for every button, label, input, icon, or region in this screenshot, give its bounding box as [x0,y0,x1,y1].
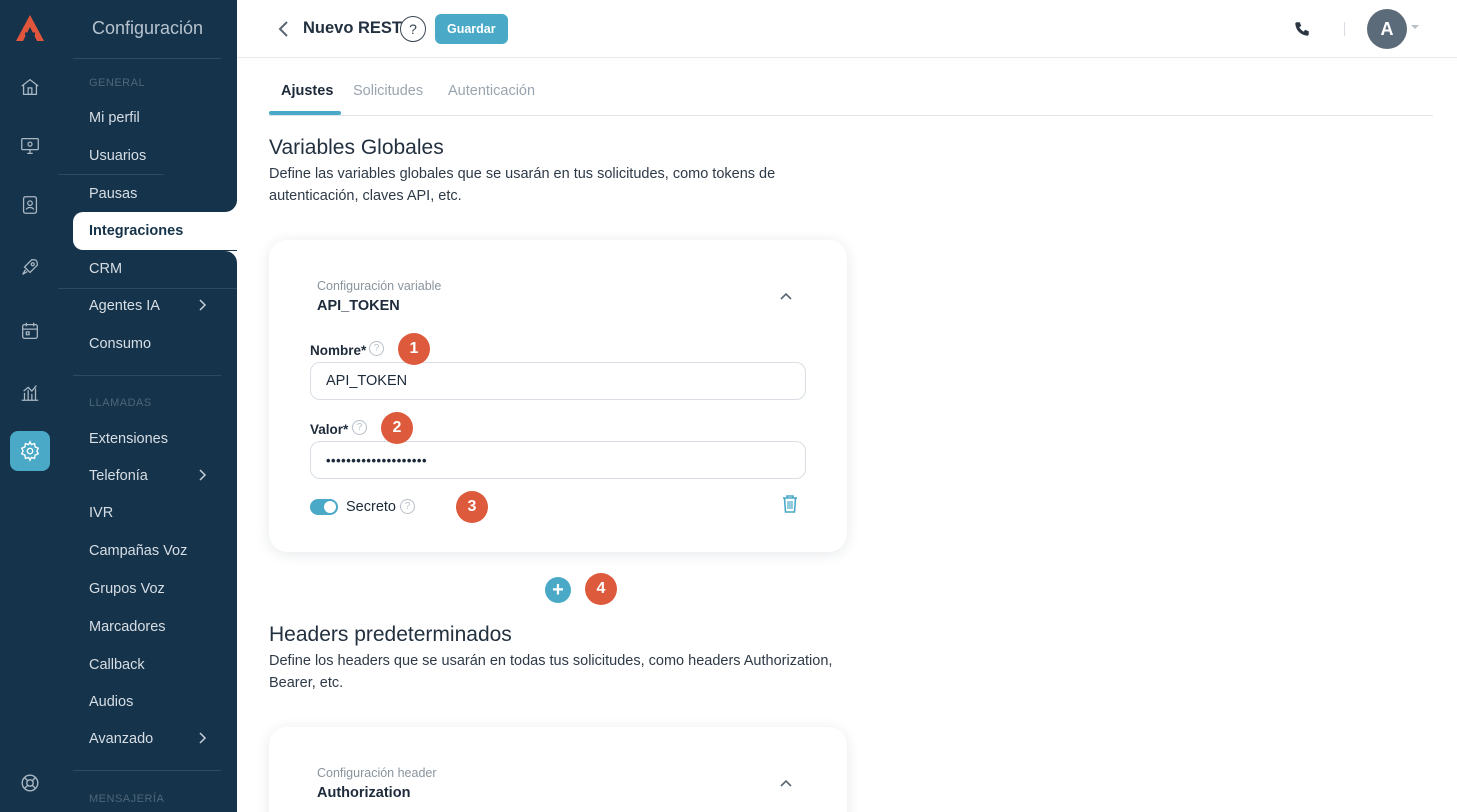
sidebar-item-mi-perfil[interactable]: Mi perfil [73,99,237,137]
card-name: API_TOKEN [317,298,400,314]
section-description-headers: Define los headers que se usarán en toda… [269,653,833,691]
sidebar-item-agentes-ia[interactable]: Agentes IA [73,287,237,325]
sidebar-item-label: Callback [89,657,145,673]
home-icon[interactable] [10,67,50,107]
active-notch-top [164,174,237,212]
sidebar-item-label: Avanzado [89,731,154,747]
divider [1344,22,1345,36]
rocket-icon[interactable] [10,247,50,287]
sidebar-item-label: Telefonía [89,468,148,484]
top-header: Nuevo REST ? Guardar A [237,0,1457,58]
sidebar-item-campanas-voz[interactable]: Campañas Voz [73,532,237,570]
icon-rail [0,0,60,812]
tab-ajustes[interactable]: Ajustes [281,83,333,99]
step-badge-3: 3 [456,491,488,523]
phone-icon[interactable] [1293,20,1311,38]
step-badge-2: 2 [381,412,413,444]
chevron-right-icon [199,299,207,311]
monitor-icon[interactable] [10,126,50,166]
page-title: Nuevo REST [303,19,403,37]
sidebar-item-callback[interactable]: Callback [73,646,237,684]
help-icon[interactable]: ? [400,499,415,514]
sidebar-item-label: Consumo [89,336,152,352]
value-field-label: Valor* [310,422,349,437]
name-field[interactable]: API_TOKEN [310,362,806,400]
section-general: GENERAL [89,77,146,89]
chevron-up-icon[interactable] [779,291,793,301]
divider [73,58,221,59]
help-lifebuoy-icon[interactable] [10,763,50,803]
sidebar-item-label: Extensiones [89,431,168,447]
tab-autenticacion[interactable]: Autenticación [448,83,535,99]
chevron-up-icon[interactable] [779,778,793,788]
section-description-variables: Define las variables globales que se usa… [269,166,776,204]
sidebar-item-usuarios[interactable]: Usuarios [73,137,237,175]
app-logo-icon[interactable] [14,12,46,44]
chevron-right-icon [199,469,207,481]
secret-toggle[interactable] [310,499,338,515]
name-field-label: Nombre* [310,343,367,358]
calendar-icon[interactable] [10,311,50,351]
sidebar-item-label: CRM [89,261,123,277]
contacts-icon[interactable] [10,185,50,225]
sidebar-item-label: Marcadores [89,619,166,635]
sidebar-item-label: Integraciones [89,223,184,239]
help-icon[interactable]: ? [369,341,384,356]
card-subtitle: Configuración header [317,766,437,780]
sidebar-item-label: Pausas [89,186,138,202]
gear-icon[interactable] [10,431,50,471]
tab-bar: Ajustes Solicitudes Autenticación [269,80,1433,116]
secret-toggle-label: Secreto [346,499,396,515]
back-arrow-icon[interactable] [277,19,291,39]
sidebar-item-audios[interactable]: Audios [73,683,237,721]
sidebar-item-avanzado[interactable]: Avanzado [73,720,237,758]
variable-card: Configuración variable API_TOKEN Nombre*… [269,240,847,552]
tab-solicitudes[interactable]: Solicitudes [353,83,423,99]
add-variable-button[interactable]: + [545,577,571,603]
sidebar-item-grupos-voz[interactable]: Grupos Voz [73,570,237,608]
sidebar-item-label: IVR [89,505,114,521]
sidebar-item-marcadores[interactable]: Marcadores [73,608,237,646]
stats-icon[interactable] [10,372,50,412]
value-field[interactable]: •••••••••••••••••••• [310,441,806,479]
sidebar-item-extensiones[interactable]: Extensiones [73,420,237,458]
section-title-headers: Headers predeterminados [269,623,512,646]
sidebar-title: Configuración [92,18,204,38]
sidebar-item-label: Usuarios [89,148,147,164]
step-badge-4: 4 [585,573,617,605]
help-icon[interactable]: ? [352,420,367,435]
help-icon[interactable]: ? [400,16,426,42]
trash-icon[interactable] [781,494,799,514]
sidebar-item-integraciones[interactable]: Integraciones [73,212,237,250]
sidebar-item-label: Mi perfil [89,110,140,126]
section-title-variables: Variables Globales [269,136,444,159]
sidebar-item-telefonia[interactable]: Telefonía [73,457,237,495]
header-card: Configuración header Authorization [269,727,847,812]
sidebar-item-label: Campañas Voz [89,543,188,559]
sidebar-item-label: Grupos Voz [89,581,165,597]
sidebar-item-consumo[interactable]: Consumo [73,325,237,363]
sidebar-item-label: Agentes IA [89,298,160,314]
active-tab-indicator [269,111,341,115]
card-name: Authorization [317,785,411,801]
chevron-down-icon[interactable] [1411,25,1419,29]
sidebar-item-label: Audios [89,694,134,710]
avatar[interactable]: A [1367,9,1407,49]
step-badge-1: 1 [398,333,430,365]
sidebar-item-crm[interactable]: CRM [73,250,237,288]
sidebar-item-ivr[interactable]: IVR [73,494,237,532]
card-subtitle: Configuración variable [317,279,442,293]
save-button[interactable]: Guardar [435,14,508,44]
chevron-right-icon [199,732,207,744]
